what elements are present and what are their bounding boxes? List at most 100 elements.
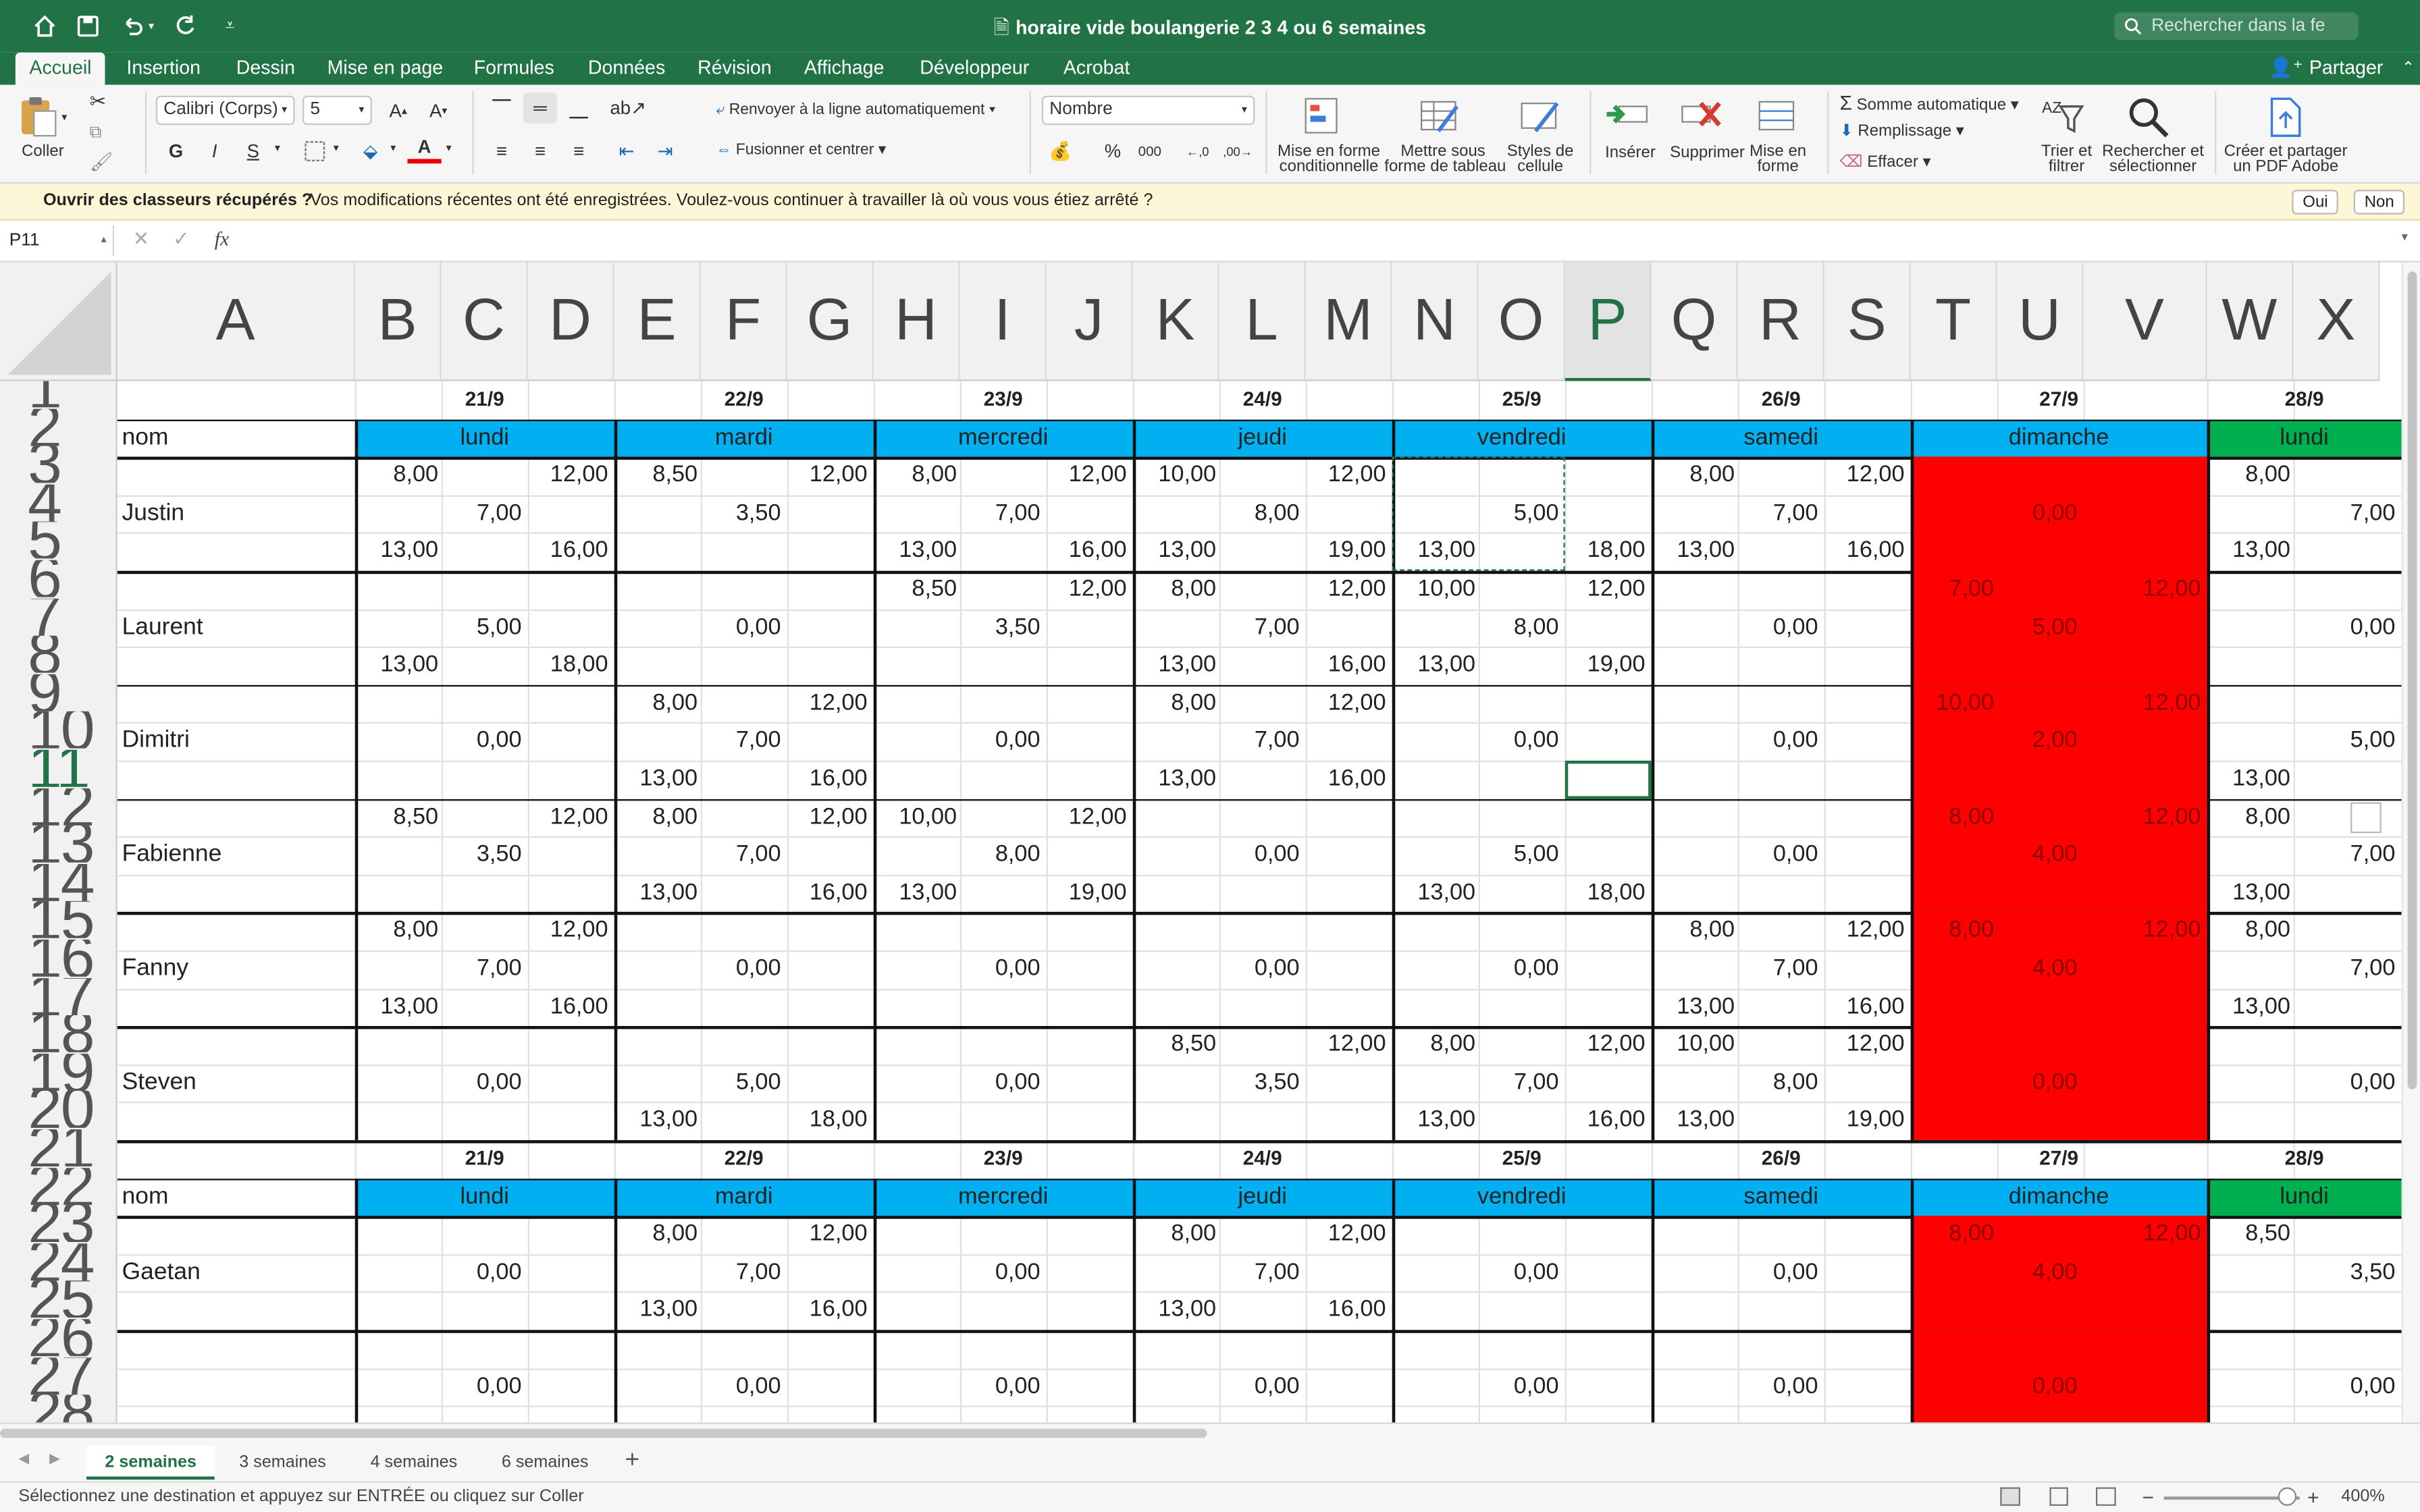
find-select-icon[interactable] [2125,94,2172,140]
insert-cells-icon[interactable] [1604,94,1650,140]
number-format-select[interactable]: Nombre ▾ [1041,95,1255,126]
add-sheet-icon[interactable]: + [625,1447,639,1475]
active-cell[interactable] [1564,760,1652,799]
schedule-cell[interactable]: 8,00 [2207,457,2294,494]
schedule-cell[interactable]: 0,00 [861,950,1043,988]
schedule-cell[interactable]: 16,00 [787,875,870,912]
schedule-cell[interactable]: 16,00 [1047,533,1130,570]
schedule-cell[interactable]: 10,00 [1652,1026,1738,1063]
schedule-cell[interactable]: 16,00 [528,988,611,1025]
schedule-cell[interactable]: 7,00 [602,723,784,760]
schedule-cell[interactable]: 8,00 [355,457,442,494]
align-middle-icon[interactable]: ═ [523,92,558,124]
align-center-icon[interactable]: ≡ [523,136,557,167]
schedule-cell[interactable]: 0,00 [1639,836,1821,873]
zoom-in-icon[interactable]: + [2307,1483,2319,1512]
row-header-8[interactable]: 8 [0,636,115,673]
row-header-4[interactable]: 4 [0,484,115,521]
schedule-cell[interactable]: 7,00 [1120,609,1303,646]
schedule-cell[interactable]: 13,00 [1392,875,1479,912]
schedule-cell[interactable]: 13,00 [2207,533,2294,570]
schedule-cell[interactable]: 12,00 [1306,1216,1389,1253]
row-header-9[interactable]: 9 [0,674,115,711]
italic-button[interactable]: I [198,136,232,167]
schedule-cell[interactable]: 5,00 [2216,723,2398,760]
tab-dessin[interactable]: Dessin [236,53,295,85]
schedule-cell[interactable]: 13,00 [1652,533,1738,570]
schedule-cell[interactable]: 0,00 [2216,609,2398,646]
schedule-cell[interactable]: 0,00 [1639,609,1821,646]
schedule-cell[interactable]: 2,00 [1898,723,2080,760]
schedule-cell[interactable]: 8,50 [355,799,442,836]
tab-affichage[interactable]: Affichage [804,53,885,85]
schedule-cell[interactable]: 7,00 [1639,950,1821,988]
schedule-cell[interactable]: 3,50 [861,609,1043,646]
column-header-p[interactable]: P [1564,262,1652,381]
collapse-ribbon-icon[interactable]: ⌃ [2402,59,2415,76]
row-header-27[interactable]: 27 [0,1357,115,1394]
fill-color-icon[interactable]: ⬙ [353,136,387,167]
zoom-out-icon[interactable]: − [2142,1483,2154,1512]
schedule-cell[interactable]: 7,00 [602,836,784,873]
schedule-cell[interactable]: 12,00 [1047,571,1130,608]
schedule-cell[interactable]: 12,00 [2084,571,2204,608]
schedule-cell[interactable]: 18,00 [1565,875,1648,912]
schedule-cell[interactable]: 8,00 [614,1216,701,1253]
row-header-14[interactable]: 14 [0,864,115,901]
schedule-cell[interactable]: 0,00 [861,1064,1043,1102]
vertical-scroll-thumb[interactable] [2407,271,2417,1089]
confirm-formula-icon[interactable]: ✓ [173,227,190,252]
column-header-k[interactable]: K [1132,262,1219,381]
row-header-3[interactable]: 3 [0,446,115,483]
schedule-cell[interactable]: 0,00 [2216,1368,2398,1405]
schedule-cell[interactable]: 18,00 [528,647,611,684]
schedule-cell[interactable]: 0,00 [342,723,525,760]
schedule-cell[interactable]: 8,00 [2207,799,2294,836]
underline-button[interactable]: S [236,136,270,167]
align-bottom-icon[interactable]: ⎽ [562,92,596,124]
schedule-cell[interactable]: 5,00 [1898,609,2080,646]
decrease-decimal-icon[interactable]: ,00→ [1221,136,1255,167]
tab-donnees[interactable]: Données [588,53,665,85]
row-header-17[interactable]: 17 [0,977,115,1015]
tab-acrobat[interactable]: Acrobat [1063,53,1130,85]
schedule-cell[interactable]: 16,00 [787,761,870,798]
clear-button[interactable]: ⌫ Effacer ▾ [1840,153,1931,171]
schedule-cell[interactable]: 13,00 [1133,761,1219,798]
schedule-cell[interactable]: 12,00 [528,457,611,494]
schedule-cell[interactable]: 12,00 [2084,684,2204,722]
schedule-cell[interactable]: 12,00 [787,799,870,836]
sheet-tab-2-semaines[interactable]: 2 semaines [86,1445,215,1480]
column-header-j[interactable]: J [1046,262,1133,381]
schedule-cell[interactable]: 13,00 [2207,875,2294,912]
name-box[interactable]: P11▴▾ [0,225,115,276]
schedule-cell[interactable]: 4,00 [1898,950,2080,988]
row-header-11[interactable]: 11 [0,750,115,787]
bold-button[interactable]: G [159,136,192,167]
select-all-corner[interactable] [0,262,117,381]
vertical-scrollbar[interactable] [2401,262,2420,1423]
conditional-format-icon[interactable] [1301,94,1348,140]
schedule-cell[interactable]: 0,00 [1379,950,1562,988]
schedule-cell[interactable]: 8,00 [1133,571,1219,608]
schedule-cell[interactable]: 7,00 [2216,836,2398,873]
delete-cells-icon[interactable] [1679,94,1726,140]
tab-accueil[interactable]: Accueil [15,52,106,85]
decrease-font-icon[interactable]: A ▾ [421,96,455,127]
schedule-cell[interactable]: 12,00 [528,913,611,950]
schedule-cell[interactable]: 8,00 [1652,913,1738,950]
schedule-cell[interactable]: 12,00 [2084,799,2204,836]
schedule-cell[interactable]: 7,00 [1120,723,1303,760]
cancel-formula-icon[interactable]: ✕ [133,227,150,252]
schedule-cell[interactable]: 8,50 [1133,1026,1219,1063]
row-header-5[interactable]: 5 [0,522,115,559]
row-header-19[interactable]: 19 [0,1054,115,1091]
schedule-cell[interactable]: 8,00 [355,913,442,950]
schedule-cell[interactable]: 13,00 [614,1102,701,1139]
thousands-button[interactable]: 000 [1133,136,1167,167]
schedule-cell[interactable]: 8,00 [874,457,960,494]
row-header-7[interactable]: 7 [0,598,115,635]
autosum-button[interactable]: Σ Somme automatique ▾ [1840,91,2019,114]
align-left-icon[interactable]: ≡ [485,136,519,167]
column-header-n[interactable]: N [1392,262,1479,381]
